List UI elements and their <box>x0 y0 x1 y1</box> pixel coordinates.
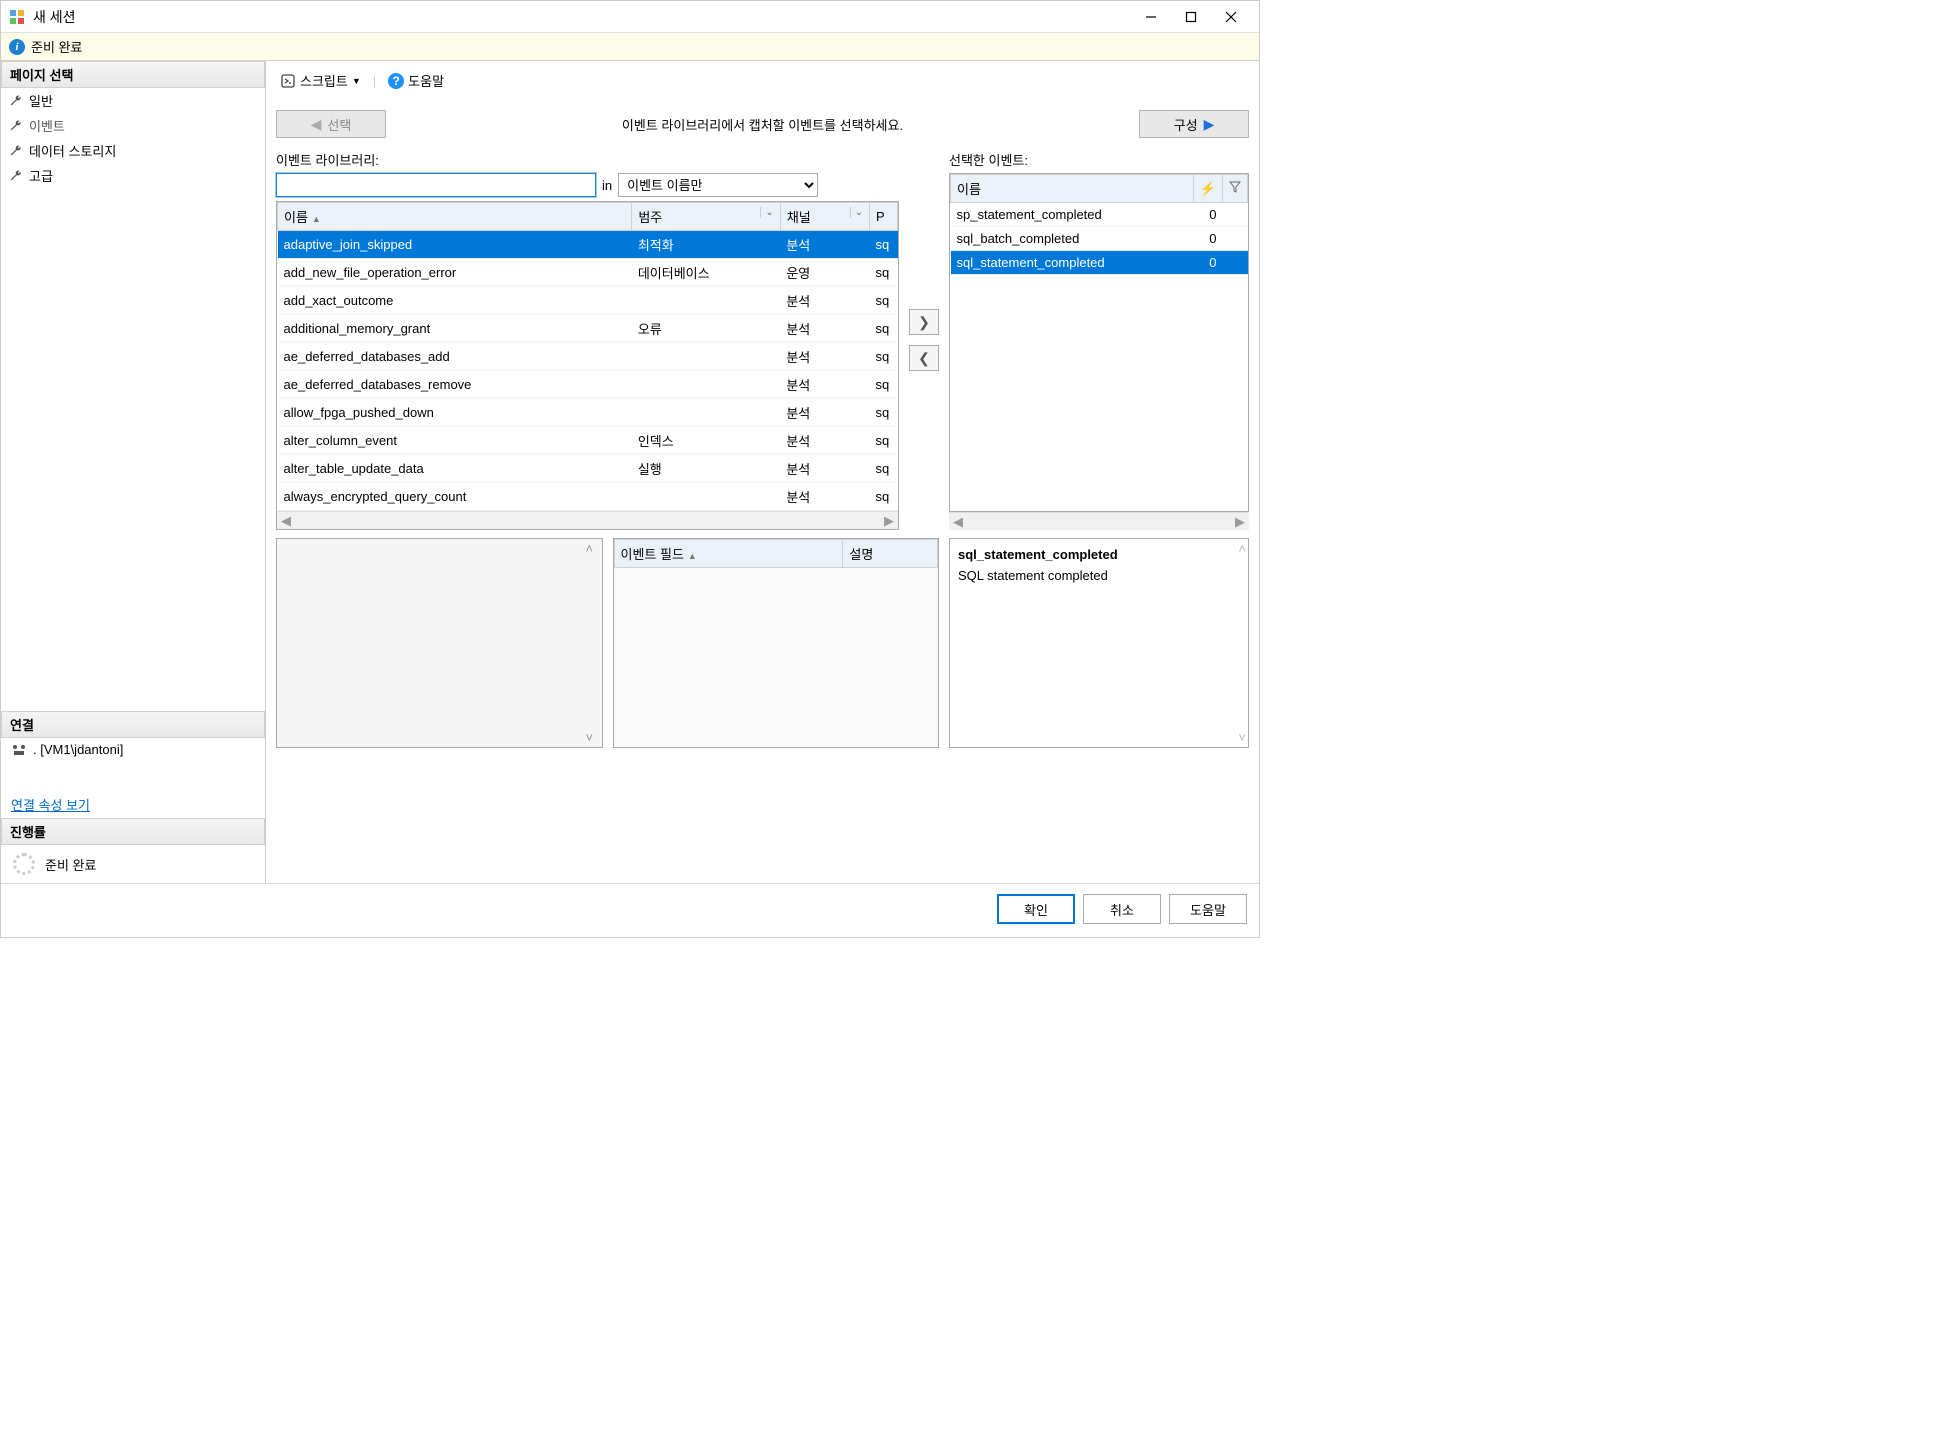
wizard-row: ◀ 선택 이벤트 라이브러리에서 캡처할 이벤트를 선택하세요. 구성 ▶ <box>276 110 1249 138</box>
horizontal-scrollbar[interactable]: ◀▶ <box>277 511 898 529</box>
table-row[interactable]: alter_column_event인덱스분석sq <box>278 427 898 455</box>
chevron-left-icon: ◀ <box>311 116 322 133</box>
detail-title: sql_statement_completed <box>958 547 1240 562</box>
status-text: 준비 완료 <box>31 37 82 56</box>
detail-desc: SQL statement completed <box>958 568 1240 583</box>
connection-header: 연결 <box>1 711 265 738</box>
mover-buttons: ❯ ❮ <box>909 150 939 530</box>
app-icon <box>9 9 25 25</box>
funnel-icon <box>1229 181 1241 193</box>
add-button[interactable]: ❯ <box>909 309 939 335</box>
scroll-up-icon[interactable]: ˄ <box>1238 541 1246 556</box>
wrench-icon <box>9 144 23 158</box>
wrench-icon <box>9 169 23 183</box>
spinner-icon <box>13 853 35 875</box>
col-p[interactable]: P <box>870 203 898 231</box>
nav-storage[interactable]: 데이터 스토리지 <box>1 138 265 163</box>
table-row[interactable]: ae_deferred_databases_remove분석sq <box>278 371 898 399</box>
fields-col2[interactable]: 설명 <box>843 540 938 568</box>
sidebar: 페이지 선택 일반 이벤트 데이터 스토리지 고급 연결 . [VM1\jdan… <box>1 61 265 883</box>
chevron-down-icon[interactable]: ⌄ <box>850 207 863 218</box>
table-row[interactable]: ae_deferred_databases_add분석sq <box>278 343 898 371</box>
script-button[interactable]: 스크립트 ▼ <box>276 69 365 92</box>
close-button[interactable] <box>1211 3 1251 31</box>
library-label: 이벤트 라이브러리: <box>276 150 899 169</box>
sel-col-name[interactable]: 이름 <box>951 175 1194 203</box>
window-title: 새 세션 <box>33 7 1131 27</box>
horizontal-scrollbar[interactable]: ◀▶ <box>949 512 1249 530</box>
nav-general[interactable]: 일반 <box>1 88 265 113</box>
selected-panel: 선택한 이벤트: 이름 ⚡ sp_statement_completed0sql… <box>949 150 1249 530</box>
in-label: in <box>602 178 612 193</box>
filter-select[interactable]: 이벤트 이름만 <box>618 173 818 197</box>
help-button[interactable]: ? 도움말 <box>384 69 448 92</box>
table-row[interactable]: adaptive_join_skipped최적화분석sq <box>278 231 898 259</box>
progress-header: 진행률 <box>1 818 265 845</box>
footer: 확인 취소 도움말 <box>1 883 1259 934</box>
help-button[interactable]: 도움말 <box>1169 894 1247 924</box>
col-category[interactable]: 범주⌄ <box>632 203 780 231</box>
connection-label: . [VM1\jdantoni] <box>1 738 265 761</box>
wizard-message: 이벤트 라이브러리에서 캡처할 이벤트를 선택하세요. <box>406 115 1119 134</box>
library-panel: 이벤트 라이브러리: in 이벤트 이름만 이름▲ 범주⌄ <box>276 150 899 530</box>
pages-header: 페이지 선택 <box>1 61 265 88</box>
title-bar: 새 세션 <box>1 1 1259 33</box>
ok-button[interactable]: 확인 <box>997 894 1075 924</box>
wrench-icon <box>9 119 23 133</box>
table-row[interactable]: additional_memory_grant오류분석sq <box>278 315 898 343</box>
wizard-forward-button[interactable]: 구성 ▶ <box>1139 110 1249 138</box>
table-row[interactable]: alter_table_update_data실행분석sq <box>278 455 898 483</box>
script-icon <box>280 73 296 89</box>
table-row[interactable]: allow_fpga_pushed_down분석sq <box>278 399 898 427</box>
table-row[interactable]: sql_statement_completed0 <box>951 251 1248 275</box>
library-grid[interactable]: 이름▲ 범주⌄ 채널⌄ P adaptive_join_skipped최적화분석… <box>276 201 899 530</box>
maximize-button[interactable] <box>1171 3 1211 31</box>
help-icon: ? <box>388 73 404 89</box>
scroll-up-icon[interactable]: ˄ <box>586 541 600 556</box>
detail-box: sql_statement_completed SQL statement co… <box>949 538 1249 748</box>
scroll-down-icon[interactable]: ˅ <box>586 730 600 745</box>
col-channel[interactable]: 채널⌄ <box>780 203 869 231</box>
content-area: 스크립트 ▼ | ? 도움말 ◀ 선택 이벤트 라이브러리에서 캡처할 이벤트를… <box>265 61 1259 883</box>
wrench-icon <box>9 94 23 108</box>
fields-col1[interactable]: 이벤트 필드▲ <box>614 540 843 568</box>
status-bar: i 준비 완료 <box>1 33 1259 61</box>
server-icon <box>11 743 27 757</box>
col-name[interactable]: 이름▲ <box>278 203 632 231</box>
progress-row: 준비 완료 <box>1 845 265 883</box>
chevron-down-icon: ▼ <box>352 76 361 86</box>
search-input[interactable] <box>276 173 596 197</box>
selected-label: 선택한 이벤트: <box>949 150 1249 169</box>
sort-asc-icon: ▲ <box>688 551 697 561</box>
scroll-down-icon[interactable]: ˅ <box>1238 730 1246 745</box>
table-row[interactable]: add_new_file_operation_error데이터베이스운영sq <box>278 259 898 287</box>
table-row[interactable]: add_xact_outcome분석sq <box>278 287 898 315</box>
info-icon: i <box>9 39 25 55</box>
view-connection-link[interactable]: 연결 속성 보기 <box>1 791 265 818</box>
bolt-icon: ⚡ <box>1200 181 1216 196</box>
fields-box: 이벤트 필드▲ 설명 <box>613 538 940 748</box>
description-box: ˄˅ <box>276 538 603 748</box>
chevron-down-icon[interactable]: ⌄ <box>760 207 773 218</box>
table-row[interactable]: sql_batch_completed0 <box>951 227 1248 251</box>
table-row[interactable]: sp_statement_completed0 <box>951 203 1248 227</box>
wizard-back-button[interactable]: ◀ 선택 <box>276 110 386 138</box>
toolbar: 스크립트 ▼ | ? 도움말 <box>276 67 1249 98</box>
cancel-button[interactable]: 취소 <box>1083 894 1161 924</box>
nav-events[interactable]: 이벤트 <box>1 113 265 138</box>
sel-col-filter[interactable] <box>1223 175 1248 203</box>
remove-button[interactable]: ❮ <box>909 345 939 371</box>
selected-grid[interactable]: 이름 ⚡ sp_statement_completed0sql_batch_co… <box>949 173 1249 512</box>
table-row[interactable]: always_encrypted_query_count분석sq <box>278 483 898 511</box>
nav-advanced[interactable]: 고급 <box>1 163 265 188</box>
minimize-button[interactable] <box>1131 3 1171 31</box>
chevron-right-icon: ▶ <box>1204 116 1215 133</box>
sort-asc-icon: ▲ <box>312 214 321 224</box>
sel-col-bolt[interactable]: ⚡ <box>1193 175 1222 203</box>
